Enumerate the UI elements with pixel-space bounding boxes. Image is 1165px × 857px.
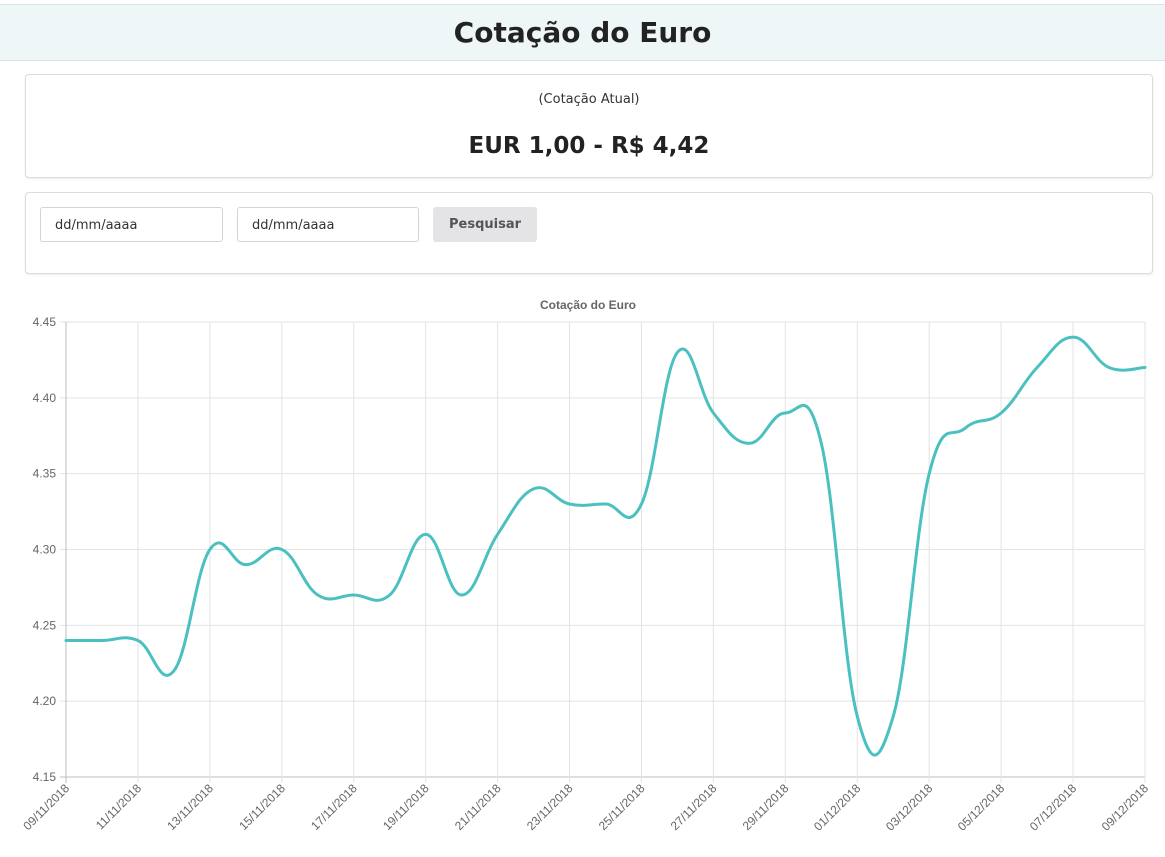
y-tick-label: 4.45 xyxy=(33,315,57,329)
y-tick-label: 4.40 xyxy=(33,391,57,405)
chart-grid xyxy=(60,321,1146,783)
page-header: Cotação do Euro xyxy=(0,4,1165,61)
x-tick-label: 13/11/2018 xyxy=(164,781,216,833)
search-button[interactable]: Pesquisar xyxy=(433,207,537,242)
start-date-input[interactable]: dd/mm/aaaa xyxy=(40,207,223,242)
x-tick-label: 09/11/2018 xyxy=(20,781,72,833)
x-tick-label: 03/12/2018 xyxy=(883,781,936,834)
page-title: Cotação do Euro xyxy=(453,16,712,49)
x-tick-label: 11/11/2018 xyxy=(93,781,144,832)
y-tick-label: 4.30 xyxy=(33,543,57,557)
x-tick-label: 15/11/2018 xyxy=(236,781,288,833)
x-tick-label: 09/12/2018 xyxy=(1099,781,1152,834)
chart-title: Cotação do Euro xyxy=(540,298,636,312)
current-rate-label: (Cotação Atual) xyxy=(538,92,640,107)
x-tick-label: 21/11/2018 xyxy=(452,781,504,833)
y-axis: 4.45 4.40 4.35 4.30 4.25 4.20 4.15 xyxy=(33,315,57,784)
x-tick-label: 27/11/2018 xyxy=(668,781,720,833)
x-tick-label: 17/11/2018 xyxy=(308,781,360,833)
y-tick-label: 4.35 xyxy=(33,467,57,481)
current-rate-value: EUR 1,00 - R$ 4,42 xyxy=(468,133,710,159)
y-tick-label: 4.20 xyxy=(33,694,57,708)
x-tick-label: 19/11/2018 xyxy=(380,781,432,833)
current-rate-card: (Cotação Atual) EUR 1,00 - R$ 4,42 xyxy=(25,74,1153,178)
rate-line-chart: Cotação do Euro 4.45 4.40 4.35 4.30 4.25 4.20… xyxy=(20,298,1151,834)
x-tick-label: 23/11/2018 xyxy=(524,781,576,833)
x-tick-label: 01/12/2018 xyxy=(811,781,864,834)
x-tick-label: 07/12/2018 xyxy=(1027,781,1080,834)
end-date-input[interactable]: dd/mm/aaaa xyxy=(237,207,419,242)
x-tick-label: 29/11/2018 xyxy=(740,781,792,833)
y-tick-label: 4.15 xyxy=(33,770,57,784)
x-tick-label: 25/11/2018 xyxy=(596,781,648,833)
series-line xyxy=(64,335,1147,757)
search-card: dd/mm/aaaa dd/mm/aaaa Pesquisar xyxy=(25,192,1153,274)
x-axis: 09/11/2018 11/11/2018 13/11/2018 15/11/2018… xyxy=(20,781,1151,834)
x-tick-label: 05/12/2018 xyxy=(955,781,1008,834)
y-tick-label: 4.25 xyxy=(33,618,57,632)
